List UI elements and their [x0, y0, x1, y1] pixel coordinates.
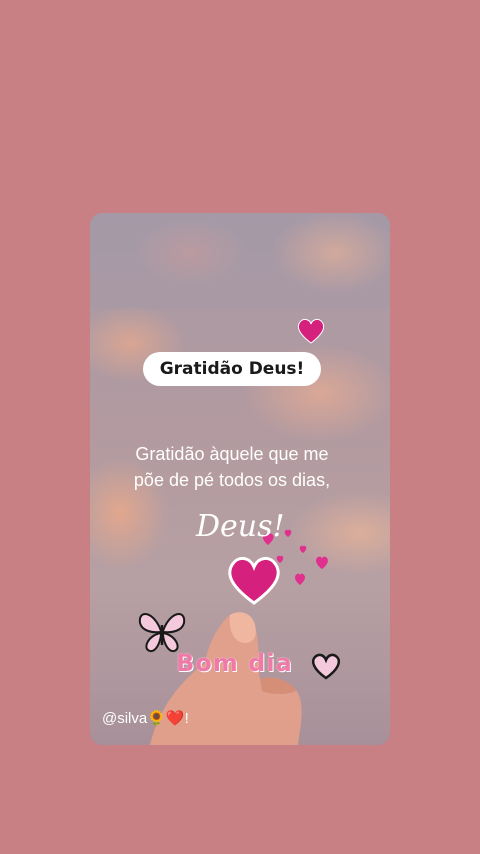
quote-text: Gratidão àquele que me põe de pé todos o…: [112, 441, 352, 493]
post-card: Gratidão Deus! Gratidão àquele que me põ…: [90, 213, 390, 745]
quote-line-2: põe de pé todos os dias,: [133, 470, 331, 490]
heart-icon: [228, 557, 280, 605]
heart-icon: [297, 318, 325, 344]
signature-text: Deus!: [196, 509, 285, 544]
quote-line-1: Gratidão àquele que me: [135, 444, 329, 464]
heart-icon: [311, 653, 341, 680]
card-top-band: [90, 213, 390, 309]
badge: Gratidão Deus!: [143, 352, 321, 386]
badge-label: Gratidão Deus!: [159, 359, 305, 379]
greeting-text: Bom dia: [176, 649, 293, 677]
author-handle: @silva🌻❤️!: [102, 710, 189, 727]
